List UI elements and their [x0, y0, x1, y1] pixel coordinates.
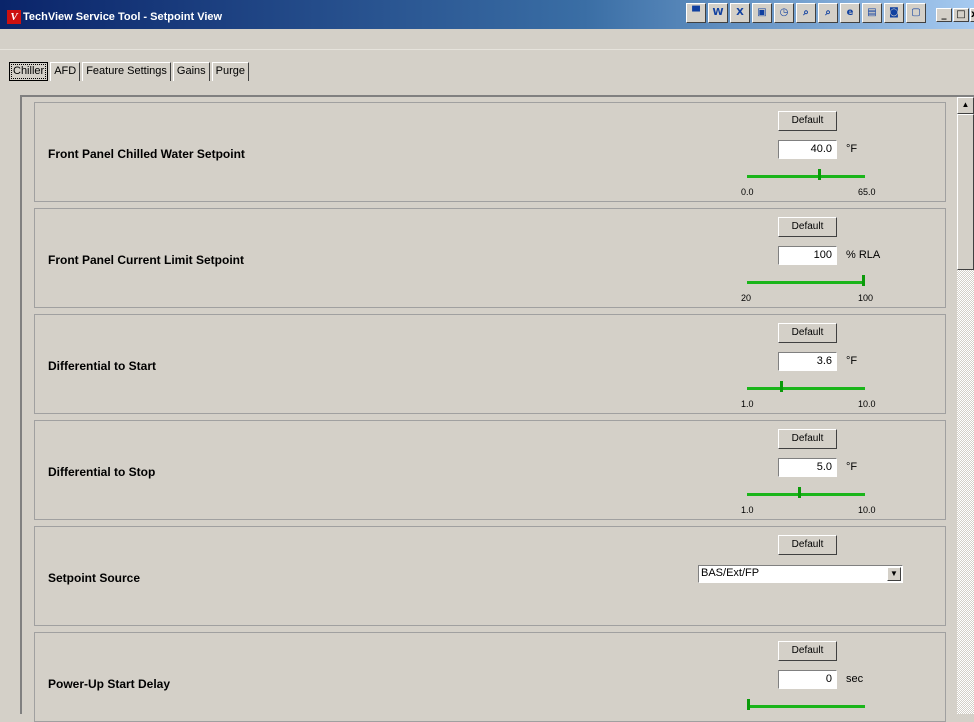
- setpoint-value-field[interactable]: 3.6: [778, 352, 837, 371]
- slider-thumb[interactable]: [817, 169, 821, 180]
- slider-thumb[interactable]: [862, 275, 865, 286]
- setpoint-value-field[interactable]: 0: [778, 670, 837, 689]
- network-icon[interactable]: ◙: [884, 3, 904, 23]
- tab-strip: Chiller AFD Feature Settings Gains Purge: [9, 62, 251, 81]
- setpoint-label: Differential to Stop: [48, 465, 156, 479]
- unit-label: °F: [846, 355, 858, 367]
- terminal-icon[interactable]: ▤: [862, 3, 882, 23]
- close-button[interactable]: x: [970, 8, 974, 22]
- window-title: TechView Service Tool - Setpoint View: [23, 11, 223, 23]
- browser-icon[interactable]: e: [840, 3, 860, 23]
- default-button[interactable]: Default: [778, 323, 837, 343]
- toolbar-band: [0, 29, 974, 50]
- setpoint-label: Setpoint Source: [48, 571, 141, 585]
- flag-icon[interactable]: ▀: [686, 3, 706, 23]
- setpoint-label: Power-Up Start Delay: [48, 677, 171, 691]
- panel-current-limit-setpoint: Front Panel Current Limit Setpoint Defau…: [34, 208, 946, 308]
- unit-label: °F: [846, 461, 858, 473]
- slider-thumb[interactable]: [747, 699, 750, 710]
- default-button[interactable]: Default: [778, 429, 837, 449]
- setpoint-slider[interactable]: [747, 493, 865, 496]
- panel-chilled-water-setpoint: Front Panel Chilled Water Setpoint Defau…: [34, 102, 946, 202]
- range-min-label: 0.0: [741, 187, 754, 197]
- minimize-button[interactable]: _: [936, 8, 952, 22]
- setpoint-slider[interactable]: [747, 281, 865, 284]
- setpoint-value-field[interactable]: 40.0: [778, 140, 837, 159]
- panel-differential-to-start: Differential to Start Default 3.6 °F 1.0…: [34, 314, 946, 414]
- monitor-icon[interactable]: ▣: [752, 3, 772, 23]
- scroll-thumb[interactable]: [957, 114, 974, 270]
- setpoint-label: Front Panel Chilled Water Setpoint: [48, 147, 245, 161]
- range-max-label: 100: [858, 293, 874, 303]
- excel-icon[interactable]: X: [730, 3, 750, 23]
- setpoint-value-field[interactable]: 100: [778, 246, 837, 265]
- chevron-down-icon[interactable]: ▼: [887, 567, 901, 581]
- range-min-label: 1.0: [741, 505, 754, 515]
- setpoint-value-field[interactable]: 5.0: [778, 458, 837, 477]
- maximize-button[interactable]: □: [953, 8, 969, 22]
- panel-power-up-start-delay: Power-Up Start Delay Default 0 sec: [34, 632, 946, 722]
- setpoint-label: Differential to Start: [48, 359, 157, 373]
- range-max-label: 10.0: [858, 399, 876, 409]
- slider-thumb[interactable]: [798, 487, 802, 498]
- setpoint-slider[interactable]: [747, 705, 865, 708]
- tab-feature-settings[interactable]: Feature Settings: [82, 62, 171, 81]
- range-min-label: 20: [741, 293, 752, 303]
- techview-app-icon[interactable]: V: [7, 10, 21, 24]
- default-button[interactable]: Default: [778, 217, 837, 237]
- window-icon[interactable]: ▢: [906, 3, 926, 23]
- panel-differential-to-stop: Differential to Stop Default 5.0 °F 1.0 …: [34, 420, 946, 520]
- unit-label: °F: [846, 143, 858, 155]
- tab-purge[interactable]: Purge: [211, 62, 250, 81]
- panel-setpoint-source: Setpoint Source Default BAS/Ext/FP ▼: [34, 526, 946, 626]
- search-doc-icon[interactable]: ⌕: [818, 3, 838, 23]
- range-min-label: 1.0: [741, 399, 754, 409]
- tab-chiller[interactable]: Chiller: [9, 62, 49, 81]
- title-bar: V TechView Service Tool - Setpoint View …: [0, 0, 974, 29]
- setpoint-slider[interactable]: [747, 387, 865, 390]
- range-max-label: 65.0: [858, 187, 876, 197]
- tab-afd[interactable]: AFD: [50, 62, 81, 81]
- tab-gains[interactable]: Gains: [172, 62, 210, 81]
- vertical-scrollbar[interactable]: ▲: [957, 97, 974, 714]
- magnifier-icon[interactable]: ⌕: [796, 3, 816, 23]
- setpoint-label: Front Panel Current Limit Setpoint: [48, 253, 245, 267]
- tray-toolbar: ▀ W X ▣ ◷ ⌕ ⌕ e ▤ ◙ ▢: [686, 3, 926, 23]
- slider-thumb[interactable]: [780, 381, 784, 392]
- range-max-label: 10.0: [858, 505, 876, 515]
- default-button[interactable]: Default: [778, 535, 837, 555]
- clock-icon[interactable]: ◷: [774, 3, 794, 23]
- default-button[interactable]: Default: [778, 111, 837, 131]
- setpoint-source-select[interactable]: BAS/Ext/FP ▼: [698, 565, 903, 583]
- unit-label: % RLA: [846, 249, 881, 261]
- setpoint-slider[interactable]: [747, 175, 865, 178]
- unit-label: sec: [846, 673, 864, 685]
- selected-value: BAS/Ext/FP: [701, 567, 760, 579]
- default-button[interactable]: Default: [778, 641, 837, 661]
- scroll-up-button[interactable]: ▲: [957, 97, 974, 114]
- word-icon[interactable]: W: [708, 3, 728, 23]
